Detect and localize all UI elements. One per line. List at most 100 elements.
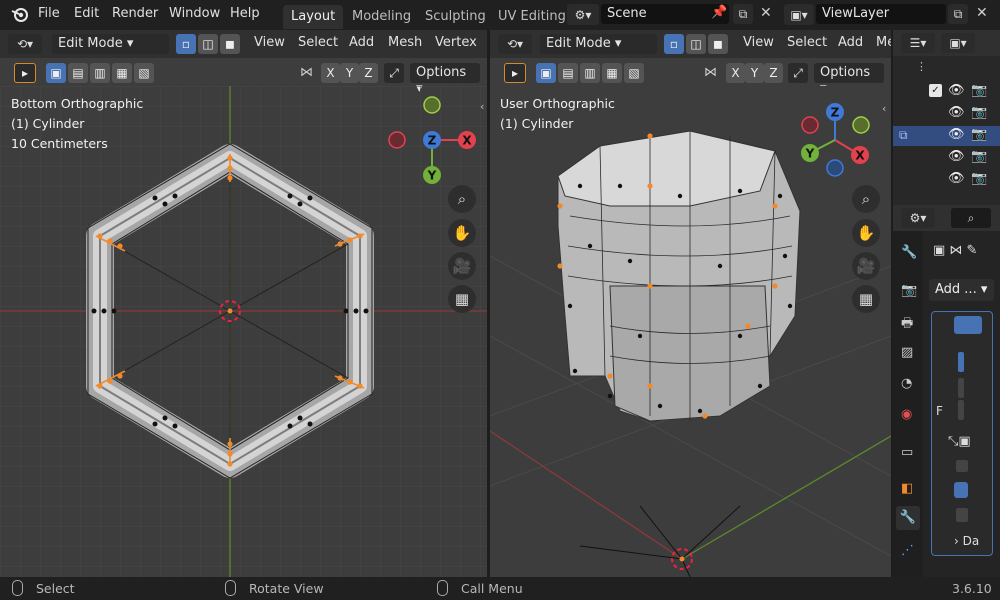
- menu-view[interactable]: View: [254, 35, 285, 50]
- tab-layout[interactable]: Layout: [283, 5, 344, 29]
- mirror-y-button[interactable]: Y: [745, 63, 764, 83]
- delete-scene-icon[interactable]: ✕: [760, 5, 772, 21]
- menu-add[interactable]: Add: [349, 35, 374, 50]
- face-select-button[interactable]: ◼: [708, 34, 728, 54]
- eye-icon[interactable]: 👁: [948, 127, 965, 142]
- new-scene-icon[interactable]: ⧉: [733, 4, 753, 24]
- navigation-gizmo[interactable]: Z Y X: [795, 100, 881, 186]
- camera-view-icon[interactable]: 🎥: [448, 252, 476, 280]
- sidebar-toggle-left-icon[interactable]: ‹: [480, 100, 484, 113]
- display-mode-icon[interactable]: ▣▾: [941, 33, 975, 53]
- menu-render[interactable]: Render: [112, 6, 158, 21]
- mirror-z-button[interactable]: Z: [764, 63, 783, 83]
- gizmo-neg-z-icon[interactable]: [826, 159, 844, 177]
- navigation-gizmo[interactable]: Z X Y: [385, 93, 481, 189]
- collection-tab-icon[interactable]: ▭: [901, 445, 913, 460]
- select-mode-extend-icon[interactable]: ▤: [68, 63, 88, 83]
- tab-modeling[interactable]: Modeling: [344, 5, 419, 29]
- modifier-slider[interactable]: [958, 378, 964, 398]
- scene-name-field[interactable]: Scene: [601, 4, 729, 24]
- mirror-icon[interactable]: ⋈: [300, 65, 313, 80]
- modifier-tab-icon[interactable]: 🔧: [896, 506, 920, 530]
- select-mode-invert-icon[interactable]: ▦: [602, 63, 622, 83]
- scene-tab-icon[interactable]: ◔: [901, 376, 912, 391]
- edge-select-button[interactable]: ◫: [686, 34, 706, 54]
- sidebar-toggle-right-icon[interactable]: ‹: [882, 102, 886, 115]
- options-dropdown[interactable]: Options ▾: [814, 63, 884, 96]
- menu-view[interactable]: View: [743, 35, 774, 50]
- modifier-toggle[interactable]: [954, 482, 968, 498]
- modifier-checkbox[interactable]: [956, 508, 968, 522]
- mesh-object-icon[interactable]: ⧉: [899, 128, 908, 143]
- tool-tab-icon[interactable]: 🔧: [901, 245, 917, 260]
- output-tab-icon[interactable]: 🖶: [901, 314, 913, 336]
- render-tab-icon[interactable]: 📷: [901, 283, 917, 298]
- properties-search-icon[interactable]: ⌕: [951, 208, 991, 228]
- menu-select[interactable]: Select: [787, 35, 827, 50]
- mirror-x-button[interactable]: X: [321, 63, 340, 83]
- gizmo-neg-y-icon[interactable]: [852, 116, 870, 134]
- blender-logo-icon[interactable]: [10, 5, 30, 25]
- menu-add[interactable]: Add: [838, 35, 863, 50]
- select-mode-intersect-icon[interactable]: ▧: [134, 63, 154, 83]
- modifier-realtime-toggle[interactable]: [954, 316, 982, 334]
- gizmo-neg-x-icon[interactable]: [388, 131, 406, 149]
- tab-uv-editing[interactable]: UV Editing: [490, 5, 574, 29]
- select-mode-invert-icon[interactable]: ▦: [112, 63, 132, 83]
- viewlayer-selector-icon[interactable]: ▣▾: [784, 4, 814, 25]
- eye-icon[interactable]: 👁: [948, 171, 965, 186]
- select-tool-icon[interactable]: ▸: [14, 63, 36, 83]
- camera-icon[interactable]: 📷: [971, 149, 987, 164]
- zoom-icon[interactable]: ⌕: [448, 185, 476, 213]
- menu-help[interactable]: Help: [230, 6, 260, 21]
- collection-expander-icon[interactable]: ⋮: [916, 60, 927, 73]
- eye-icon[interactable]: 👁: [948, 149, 965, 164]
- mirror-x-button[interactable]: X: [726, 63, 745, 83]
- modifier-tool-icon[interactable]: ⤡▣: [948, 434, 971, 449]
- eye-icon[interactable]: 👁: [948, 105, 965, 120]
- add-modifier-dropdown[interactable]: Add ... ▾: [929, 279, 994, 301]
- delete-viewlayer-icon[interactable]: ✕: [976, 5, 988, 21]
- modifier-card[interactable]: F ⤡▣ › Da: [931, 311, 993, 556]
- menu-edit[interactable]: Edit: [74, 6, 99, 21]
- new-viewlayer-icon[interactable]: ⧉: [948, 4, 968, 24]
- face-select-button[interactable]: ◼: [220, 34, 240, 54]
- select-mode-new-icon[interactable]: ▣: [46, 63, 66, 83]
- select-mode-subtract-icon[interactable]: ▥: [90, 63, 110, 83]
- camera-view-icon[interactable]: 🎥: [852, 252, 880, 280]
- particles-tab-icon[interactable]: ⋰: [901, 543, 914, 558]
- tab-sculpting[interactable]: Sculpting: [417, 5, 494, 29]
- select-tool-icon[interactable]: ▸: [504, 63, 526, 83]
- options-dropdown[interactable]: Options ▾: [410, 63, 480, 96]
- edge-select-button[interactable]: ◫: [198, 34, 218, 54]
- outliner-editor-type-icon[interactable]: ☰▾: [901, 33, 935, 53]
- view-layer-tab-icon[interactable]: ▨: [901, 345, 913, 360]
- vertex-select-button[interactable]: ▫: [664, 34, 684, 54]
- eye-icon[interactable]: 👁: [948, 83, 965, 98]
- select-mode-new-icon[interactable]: ▣: [536, 63, 556, 83]
- menu-vertex[interactable]: Vertex: [435, 35, 477, 50]
- modifier-icons[interactable]: ▣ ⋈ ✎: [933, 243, 977, 258]
- menu-mesh-truncated[interactable]: Me: [876, 35, 891, 50]
- perspective-toggle-icon[interactable]: ▦: [448, 285, 476, 313]
- vertex-select-button[interactable]: ▫: [176, 34, 196, 54]
- menu-mesh[interactable]: Mesh: [388, 35, 422, 50]
- zoom-icon[interactable]: ⌕: [852, 185, 880, 213]
- camera-icon[interactable]: 📷: [971, 105, 987, 120]
- pan-hand-icon[interactable]: ✋: [852, 219, 880, 247]
- snap-icon[interactable]: ⤢: [788, 63, 808, 83]
- select-mode-intersect-icon[interactable]: ▧: [624, 63, 644, 83]
- menu-select[interactable]: Select: [298, 35, 338, 50]
- camera-icon[interactable]: 📷: [971, 127, 987, 142]
- object-tab-icon[interactable]: ◧: [901, 481, 913, 496]
- world-tab-icon[interactable]: ◉: [901, 407, 912, 422]
- modifier-slider[interactable]: [958, 352, 964, 372]
- pin-icon[interactable]: 📌: [711, 5, 727, 20]
- editor-type-icon[interactable]: ⟲▾: [498, 34, 532, 54]
- gizmo-neg-x-icon[interactable]: [801, 116, 819, 134]
- checkbox-icon[interactable]: ✓: [929, 84, 942, 97]
- viewport-left[interactable]: ⟲▾ Edit Mode ▾ ▫ ◫ ◼ View Select Add Mes…: [0, 30, 487, 577]
- mirror-y-button[interactable]: Y: [340, 63, 359, 83]
- pan-hand-icon[interactable]: ✋: [448, 219, 476, 247]
- mode-dropdown[interactable]: Edit Mode ▾: [52, 34, 169, 54]
